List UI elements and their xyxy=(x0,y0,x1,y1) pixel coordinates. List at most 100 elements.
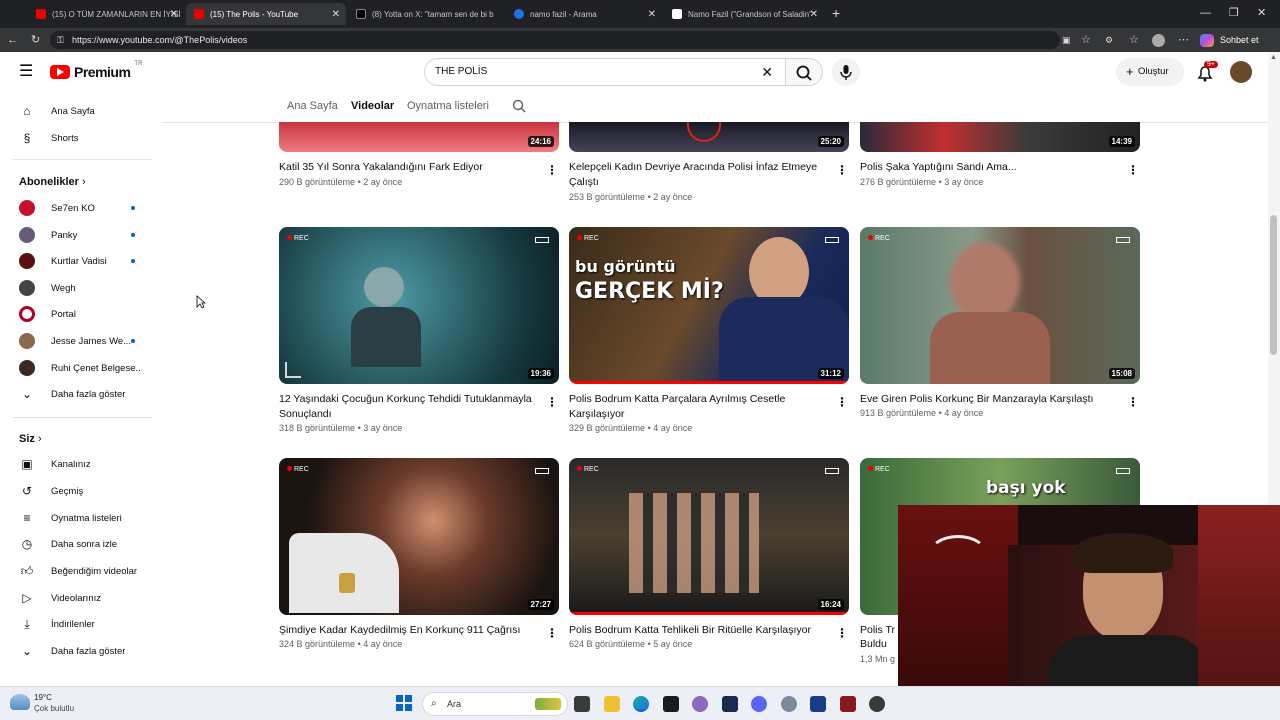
sidebar-item-subscription[interactable]: Jesse James We... xyxy=(0,329,156,353)
video-thumbnail[interactable]: 25:20 xyxy=(569,122,849,152)
video-thumbnail[interactable]: bu görüntü GERÇEK Mİ? REC 31:12 xyxy=(569,227,849,384)
close-icon[interactable]: ✕ xyxy=(648,9,656,20)
close-icon[interactable]: ✕ xyxy=(810,9,818,20)
collections-icon[interactable]: ☆ xyxy=(1129,33,1139,47)
search-input[interactable]: THE POLİS ✕ xyxy=(424,58,786,86)
more-actions-icon[interactable]: ⋮ xyxy=(1127,394,1139,410)
discord-icon[interactable] xyxy=(751,696,767,712)
video-title[interactable]: Polis Bodrum Katta Parçalara Ayrılmış Ce… xyxy=(569,392,831,421)
browser-tab[interactable]: (15) O TÜM ZAMANLARIN EN İYİSİ ✕ xyxy=(28,3,184,25)
video-thumbnail[interactable]: REC 19:36 xyxy=(279,227,559,384)
scrollbar-thumb[interactable] xyxy=(1270,215,1277,355)
favorite-icon[interactable]: ☆ xyxy=(1081,33,1091,47)
you-heading[interactable]: Siz › xyxy=(19,433,42,445)
tab-home[interactable]: Ana Sayfa xyxy=(287,100,338,112)
sidebar-item-home[interactable]: ⌂ Ana Sayfa xyxy=(0,99,156,123)
show-more-you[interactable]: ⌄ Daha fazla göster xyxy=(0,639,156,663)
browser-tab[interactable]: namo fazil - Arama ✕ xyxy=(506,3,662,25)
close-icon[interactable]: ✕ xyxy=(170,9,178,20)
video-title[interactable]: Şimdiye Kadar Kaydedilmiş En Korkunç 911… xyxy=(279,623,541,638)
task-view-icon[interactable] xyxy=(574,696,590,712)
video-title[interactable]: Polis Bodrum Katta Tehlikeli Bir Ritüell… xyxy=(569,623,831,638)
more-actions-icon[interactable]: ⋮ xyxy=(1127,162,1139,178)
browser-tab-active[interactable]: (15) The Polis - YouTube ✕ xyxy=(186,3,346,25)
more-actions-icon[interactable]: ⋮ xyxy=(836,162,848,178)
menu-icon[interactable]: ☰ xyxy=(19,64,33,80)
sohbet-button[interactable]: Sohbet et xyxy=(1220,33,1259,47)
clear-search-icon[interactable]: ✕ xyxy=(761,59,773,85)
tab-playlists[interactable]: Oynatma listeleri xyxy=(407,100,489,112)
search-button[interactable] xyxy=(785,58,823,86)
close-icon[interactable]: ✕ xyxy=(332,9,340,20)
app-icon[interactable] xyxy=(840,696,856,712)
create-button[interactable]: + Oluştur xyxy=(1116,58,1184,86)
sidebar-item-history[interactable]: ↺ Geçmiş xyxy=(0,479,156,503)
more-actions-icon[interactable]: ⋮ xyxy=(546,162,558,178)
video-thumbnail[interactable]: REC 27:27 xyxy=(279,458,559,615)
notifications-button[interactable]: 9+ xyxy=(1195,61,1218,83)
more-actions-icon[interactable]: ⋮ xyxy=(546,625,558,641)
tab-search-icon[interactable]: ▣ xyxy=(1062,33,1071,47)
subscriptions-heading[interactable]: Abonelikler › xyxy=(19,176,86,188)
sidebar-item-watch-later[interactable]: ◷ Daha sonra izle xyxy=(0,532,156,556)
sidebar-item-subscription[interactable]: Panky xyxy=(0,223,156,247)
extensions-icon[interactable]: ⚙ xyxy=(1105,33,1113,47)
profile-avatar[interactable] xyxy=(1152,34,1165,47)
terminal-icon[interactable] xyxy=(663,696,679,712)
more-actions-icon[interactable]: ⋮ xyxy=(546,394,558,410)
app-icon[interactable] xyxy=(810,696,826,712)
settings-icon[interactable] xyxy=(781,696,797,712)
sidebar-item-liked-videos[interactable]: 👍︎ Beğendiğim videolar xyxy=(0,559,156,583)
more-actions-icon[interactable]: ⋮ xyxy=(836,625,848,641)
more-actions-icon[interactable]: ⋮ xyxy=(836,394,848,410)
back-icon[interactable]: ← xyxy=(7,33,18,47)
sidebar-item-your-videos[interactable]: ▷ Videolarınız xyxy=(0,586,156,610)
weather-temp[interactable]: 19°C xyxy=(34,693,52,702)
video-thumbnail[interactable]: REC 15:08 xyxy=(860,227,1140,384)
video-thumbnail[interactable]: REC 16:24 xyxy=(569,458,849,615)
sidebar-item-subscription[interactable]: Wegh xyxy=(0,276,156,300)
app-icon[interactable] xyxy=(869,696,885,712)
browser-tab[interactable]: (8) Yotta on X: "tamam sen de bi b xyxy=(348,3,504,25)
video-title[interactable]: Polis Şaka Yaptığını Sandı Ama... xyxy=(860,160,1122,175)
video-title-line-2[interactable]: Buldu xyxy=(860,637,900,652)
window-close-icon[interactable]: ✕ xyxy=(1257,6,1266,20)
start-button[interactable] xyxy=(396,695,412,711)
edge-browser-icon[interactable] xyxy=(633,696,649,712)
minimize-icon[interactable]: — xyxy=(1200,6,1211,20)
sidebar-item-subscription[interactable]: Kurtlar Vadisi xyxy=(0,249,156,273)
sidebar-item-shorts[interactable]: § Shorts xyxy=(0,126,156,150)
sidebar-item-subscription[interactable]: Ruhi Çenet Belgese... xyxy=(0,356,156,380)
sidebar-item-subscription[interactable]: Se7en KO xyxy=(0,196,156,220)
maximize-icon[interactable]: ❐ xyxy=(1229,6,1239,20)
weather-icon[interactable] xyxy=(10,694,30,710)
browser-tab[interactable]: Namo Fazil ("Grandson of Saladin" ✕ xyxy=(664,3,824,25)
channel-search-button[interactable] xyxy=(512,99,526,118)
tab-videos[interactable]: Videolar xyxy=(351,100,394,112)
app-icon[interactable] xyxy=(722,696,738,712)
account-avatar[interactable] xyxy=(1230,61,1252,83)
voice-search-button[interactable] xyxy=(832,58,860,86)
video-title[interactable]: Eve Giren Polis Korkunç Bir Manzarayla K… xyxy=(860,392,1122,407)
sidebar-item-subscription[interactable]: Portal xyxy=(0,302,156,326)
sidebar-item-your-channel[interactable]: ▣ Kanalınız xyxy=(0,452,156,476)
video-title[interactable]: Katil 35 Yıl Sonra Yakalandığını Fark Ed… xyxy=(279,160,541,175)
show-more-subscriptions[interactable]: ⌄ Daha fazla göster xyxy=(0,382,156,406)
url-input[interactable]: ⚿ https://www.youtube.com/@ThePolis/vide… xyxy=(50,31,1060,49)
taskbar-search[interactable]: ⌕ Ara xyxy=(422,692,568,716)
video-thumbnail[interactable]: 14:39 xyxy=(860,122,1140,152)
video-title[interactable]: 12 Yaşındaki Çocuğun Korkunç Tehdidi Tut… xyxy=(279,392,541,421)
video-thumbnail[interactable]: 24:16 xyxy=(279,122,559,152)
copilot-icon[interactable] xyxy=(1200,34,1214,47)
video-title[interactable]: Kelepçeli Kadın Devriye Aracında Polisi … xyxy=(569,160,831,189)
sidebar-item-downloads[interactable]: ⤓ İndirilenler xyxy=(0,612,156,636)
video-title[interactable]: Polis Tr xyxy=(860,623,900,638)
more-options-icon[interactable]: ⋯ xyxy=(1178,33,1189,47)
sidebar-item-playlists[interactable]: ≡ Oynatma listeleri xyxy=(0,506,156,530)
file-explorer-icon[interactable] xyxy=(604,696,620,712)
new-tab-icon[interactable]: + xyxy=(832,6,840,20)
youtube-logo[interactable]: Premium TR xyxy=(50,61,142,80)
refresh-icon[interactable]: ↻ xyxy=(31,33,40,47)
app-icon[interactable] xyxy=(692,696,708,712)
scroll-up-icon[interactable]: ▲ xyxy=(1270,54,1277,61)
